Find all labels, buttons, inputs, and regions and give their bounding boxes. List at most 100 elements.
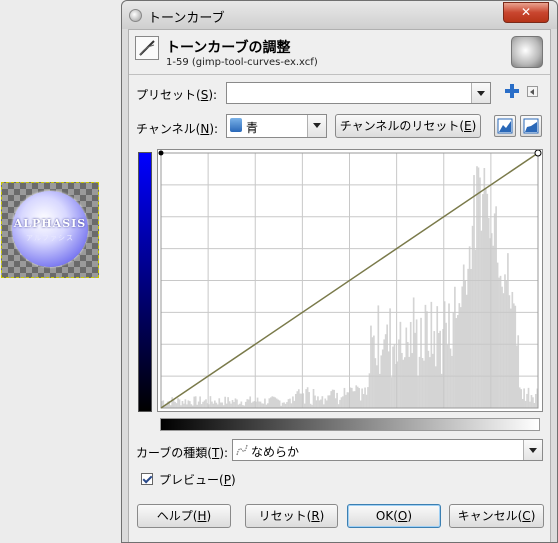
histogram-bar — [308, 392, 310, 408]
chevron-down-icon[interactable] — [471, 83, 490, 103]
histogram-bar — [314, 395, 316, 408]
histogram-bar — [188, 401, 191, 408]
curve-type-combo[interactable]: なめらか — [232, 439, 543, 461]
curve-end-point[interactable] — [534, 150, 542, 157]
histogram-bar — [331, 389, 334, 408]
histogram-bar — [530, 395, 533, 408]
header-divider — [129, 74, 550, 75]
histogram-bar — [264, 398, 266, 408]
histogram-bar — [367, 387, 369, 408]
channel-combo[interactable]: 青 — [226, 114, 327, 138]
histogram-bar — [402, 359, 405, 408]
chevron-down-icon[interactable] — [307, 115, 326, 137]
histogram-bar — [476, 166, 478, 408]
histogram-bar — [356, 386, 359, 408]
histogram-bar — [193, 396, 196, 408]
histogram-bar — [312, 389, 315, 408]
preset-label: プリセット(S): — [136, 88, 218, 102]
histogram-bar — [233, 401, 235, 408]
histogram-bar — [272, 396, 275, 408]
add-preset-icon[interactable] — [505, 84, 519, 98]
histogram-bar — [364, 387, 366, 408]
histogram-bar — [498, 277, 500, 408]
histogram-bar — [484, 188, 487, 408]
histogram-bar — [355, 385, 358, 408]
histogram-bar — [496, 262, 499, 408]
histogram-bar — [284, 403, 287, 408]
histogram-bar — [333, 389, 335, 408]
histogram-bar — [340, 397, 343, 408]
histogram-bar — [295, 393, 297, 408]
ok-button[interactable]: OK(O) — [347, 504, 441, 528]
help-button[interactable]: ヘルプ(H) — [137, 504, 231, 528]
histogram-bar — [406, 342, 409, 408]
histogram-bar — [412, 297, 415, 408]
channel-reset-button[interactable]: チャンネルのリセット(E) — [335, 114, 481, 138]
histogram-bar — [515, 345, 518, 408]
histogram-bar — [436, 306, 439, 408]
histogram-bar — [373, 335, 375, 408]
preview-label[interactable]: プレビュー(P) — [159, 471, 236, 488]
histogram-bar — [252, 401, 254, 408]
reset-button[interactable]: リセット(R) — [245, 504, 338, 528]
logo-subtext: アルファシス — [26, 234, 74, 242]
histogram-bar — [274, 397, 277, 408]
histogram-bar — [477, 167, 480, 408]
histogram-bar — [287, 399, 290, 408]
cancel-button[interactable]: キャンセル(C) — [449, 504, 544, 528]
histogram-bar — [471, 225, 474, 408]
chevron-down-icon[interactable] — [523, 440, 542, 460]
log-histogram-icon[interactable] — [520, 115, 542, 137]
linear-histogram-icon[interactable] — [494, 115, 516, 137]
curve-corner-point — [158, 150, 164, 156]
histogram-bar — [277, 399, 280, 408]
histogram-bar — [199, 396, 201, 408]
histogram-bar — [178, 399, 181, 408]
histogram-bar — [290, 403, 293, 408]
histogram-bar — [262, 403, 265, 408]
histogram-bar — [376, 365, 378, 408]
title-bar[interactable]: トーンカーブ ✕ — [122, 1, 557, 29]
histogram-bar — [342, 396, 344, 408]
histogram-bar — [511, 291, 514, 408]
channel-value: 青 — [246, 121, 259, 135]
histogram-bar — [479, 177, 481, 408]
histogram-bar — [502, 293, 505, 408]
channel-icon — [230, 118, 242, 132]
histogram-bar — [418, 356, 421, 408]
histogram-bar — [171, 397, 173, 408]
preset-menu-icon[interactable] — [527, 86, 538, 97]
histogram-bar — [392, 346, 394, 408]
curve-editor[interactable] — [157, 149, 543, 412]
histogram-bar — [380, 355, 383, 408]
histogram-bar — [306, 387, 309, 408]
histogram-bar — [219, 402, 222, 408]
histogram-bar — [374, 358, 377, 408]
histogram-bar — [172, 400, 175, 408]
histogram-bar — [420, 317, 422, 408]
histogram-bar — [371, 337, 374, 408]
histogram-bar — [473, 175, 475, 408]
histogram-bar — [236, 399, 238, 408]
histogram-bar — [209, 396, 212, 408]
close-button[interactable]: ✕ — [503, 2, 549, 23]
preset-combo[interactable] — [226, 82, 491, 104]
histogram-bar — [398, 339, 400, 408]
histogram-bar — [431, 353, 434, 408]
histogram-bar — [194, 396, 197, 408]
histogram-bar — [520, 389, 522, 408]
histogram-bar — [368, 373, 371, 408]
histogram-bar — [457, 315, 459, 408]
histogram-bar — [529, 401, 531, 408]
histogram-bar — [317, 396, 319, 408]
histogram-bar — [249, 396, 252, 408]
histogram-bar — [325, 400, 328, 408]
histogram-bar — [452, 312, 455, 408]
histogram-bar — [421, 358, 424, 408]
preview-checkbox[interactable] — [141, 473, 153, 485]
histogram-bar — [423, 360, 425, 408]
histogram-bar — [359, 400, 362, 408]
histogram-bar — [271, 396, 274, 408]
histogram-bar — [483, 168, 486, 408]
histogram-bar — [448, 303, 450, 408]
